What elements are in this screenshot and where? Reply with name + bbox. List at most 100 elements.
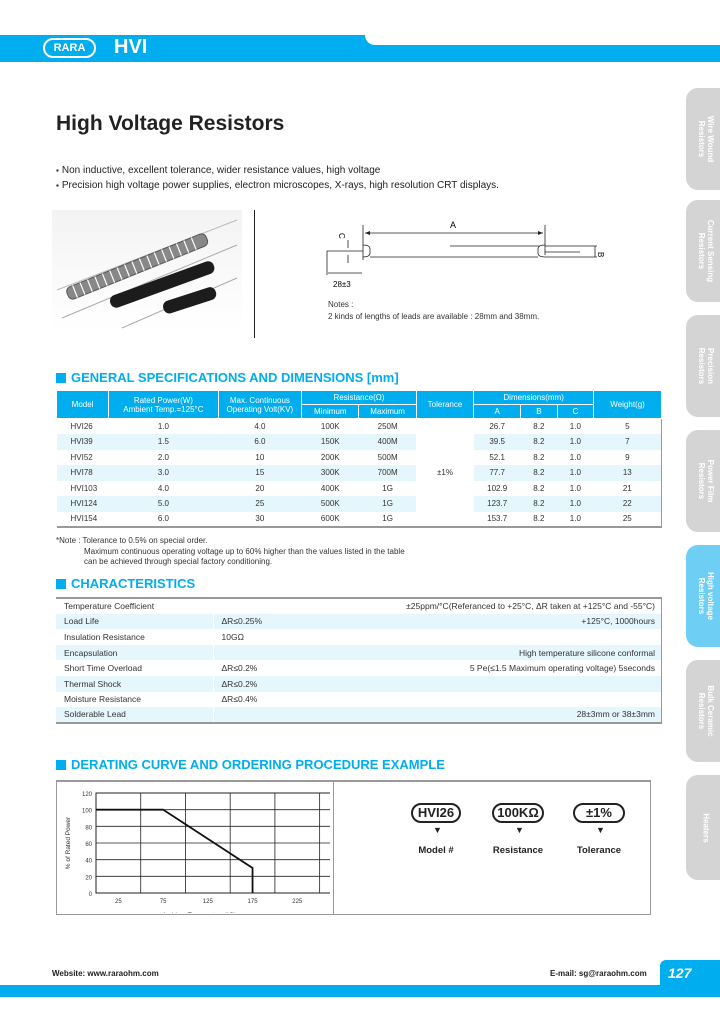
section-title-specs: GENERAL SPECIFICATIONS AND DIMENSIONS [m… — [56, 370, 399, 385]
cell-b: 8.2 — [520, 496, 558, 512]
arrow-down-icon: ▼ — [433, 825, 442, 835]
notes-title: Notes : — [328, 300, 354, 309]
characteristic-label: Thermal Shock — [56, 675, 214, 692]
cell-weight: 21 — [622, 483, 632, 493]
characteristic-value: ΔR≤0.25% — [213, 613, 363, 630]
spec-note-2: Maximum continuous operating voltage up … — [84, 547, 405, 556]
cell-volt: 6.0 — [218, 434, 302, 450]
dim-b-label: B — [596, 252, 605, 257]
characteristic-condition: +125°C, 1000hours — [363, 613, 662, 630]
characteristic-label: Short Time Overload — [56, 660, 214, 676]
characteristic-condition — [363, 692, 662, 708]
col-dimensions: Dimensions(mm) — [473, 390, 595, 405]
cell-power: 3.0 — [108, 465, 219, 481]
series-code: HVI — [114, 36, 148, 58]
cell-power: 5.0 — [108, 496, 219, 512]
order-label-resistance: Resistance — [492, 845, 544, 856]
side-tab[interactable]: Heaters — [686, 775, 720, 880]
footer-email[interactable]: E-mail: sg@raraohm.com — [550, 969, 647, 978]
characteristic-label: Moisture Resistance — [56, 691, 214, 708]
header-notch — [365, 35, 720, 45]
spec-note-1: *Note : Tolerance to 0.5% on special ord… — [56, 536, 208, 545]
notes-text: 2 kinds of lengths of leads are availabl… — [328, 312, 540, 321]
col-model: Model — [55, 390, 110, 419]
y-tick-label: 20 — [85, 875, 92, 881]
feature-bullet: Non inductive, excellent tolerance, wide… — [56, 165, 381, 176]
spec-row: HVI78 3.0 15 300K 700M 77.7 8.2 1.0 13 — [56, 465, 662, 481]
spec-row: HVI52 2.0 10 200K 500M 52.1 8.2 1.0 9 — [57, 450, 662, 466]
cell-a: 52.1 — [489, 452, 505, 462]
y-tick-label: 60 — [85, 842, 92, 848]
side-tab[interactable]: Power Film Resistors — [686, 430, 720, 532]
cell-b: 8.2 — [533, 514, 545, 524]
cell-min: 400K — [320, 483, 340, 493]
col-max-volt: Max. Continuous Operating Volt(KV) — [217, 390, 303, 419]
side-tab[interactable]: Wire Wound Resistors — [686, 88, 720, 190]
cell-volt: 25 — [218, 496, 302, 512]
cell-max: 500M — [377, 452, 398, 462]
cell-weight: 9 — [625, 452, 630, 462]
order-pill-model: HVI26 — [411, 803, 461, 823]
side-tab[interactable]: High voltage Resistors — [686, 545, 720, 647]
cell-min: 600K — [320, 514, 340, 524]
cell-model: HVI52 — [70, 452, 93, 462]
derating-divider — [333, 780, 334, 915]
characteristic-row: Temperature Coefficient ±25ppm/°C(Referan… — [56, 598, 662, 614]
section-title-characteristics: CHARACTERISTICS — [56, 576, 195, 591]
side-tab[interactable]: Current Sensing Resistors — [686, 200, 720, 302]
characteristic-value: ΔR≤0.2% — [213, 675, 363, 692]
characteristic-row: Short Time Overload ΔR≤0.2% 5 Pe(≤1.5 Maxi… — [56, 660, 662, 676]
spec-row: HVI154 6.0 30 600K 1G 153.7 8.2 1.0 25 — [57, 512, 662, 528]
side-tab[interactable]: Precision Resistors — [686, 315, 720, 417]
col-c: C — [556, 404, 595, 419]
cell-max: 1G — [358, 496, 417, 512]
cell-model: HVI78 — [56, 465, 109, 481]
side-tab[interactable]: Bulk Ceramic Resistors — [686, 660, 720, 762]
characteristic-label: Solderable Lead — [56, 707, 214, 723]
x-tick-label: 125 — [203, 899, 214, 905]
characteristic-label: Insulation Resistance — [56, 629, 214, 645]
cell-min: 300K — [301, 465, 359, 481]
dim-c-label: C — [337, 233, 346, 239]
cell-power: 4.0 — [157, 483, 169, 493]
characteristic-condition — [363, 675, 662, 692]
characteristic-value: 10GΩ — [221, 631, 244, 642]
y-tick-label: 0 — [89, 892, 93, 898]
spec-row: HVI39 1.5 6.0 150K 400M 39.5 8.2 1.0 7 — [56, 434, 662, 450]
cell-volt: 30 — [255, 514, 265, 524]
cell-model: HVI103 — [70, 483, 98, 493]
cell-a: 153.7 — [487, 514, 508, 524]
spec-note-3: can be achieved through special factory … — [84, 557, 273, 566]
cell-volt: 10 — [255, 452, 265, 462]
side-tab-label: Precision Resistors — [697, 347, 715, 385]
order-label-model: Model # — [418, 845, 454, 856]
cell-max: 1G — [382, 514, 393, 524]
cell-power: 1.0 — [157, 422, 169, 431]
characteristic-condition: High temperature silicone conformal — [363, 644, 662, 661]
cell-model: HVI26 — [70, 422, 93, 431]
characteristic-row: Solderable Lead 28±3mm or 38±3mm — [56, 707, 662, 723]
cell-a: 102.9 — [487, 483, 508, 493]
dim-a-label: A — [450, 220, 456, 230]
col-tolerance: Tolerance — [415, 390, 475, 419]
application-bullet: Precision high voltage power supplies, e… — [56, 180, 499, 191]
cell-model: HVI39 — [56, 434, 109, 450]
characteristic-label: Load Life — [56, 613, 214, 630]
cell-power: 6.0 — [157, 514, 169, 524]
cell-model: HVI124 — [56, 496, 109, 512]
characteristic-row: Thermal Shock ΔR≤0.2% — [56, 675, 662, 692]
characteristic-row: Load Life ΔR≤0.25% +125°C, 1000hours — [56, 613, 662, 630]
cell-c: 1.0 — [569, 514, 581, 524]
col-weight: Weight(g) — [593, 390, 662, 419]
cell-max: 1G — [382, 483, 393, 493]
cell-tolerance: ±1% — [416, 418, 474, 527]
cell-a: 39.5 — [473, 434, 521, 450]
x-tick-label: 225 — [292, 899, 303, 905]
characteristic-condition — [363, 629, 662, 645]
cell-a: 26.7 — [489, 422, 505, 431]
cell-c: 1.0 — [557, 434, 594, 450]
section-title-derating: DERATING CURVE AND ORDERING PROCEDURE EX… — [56, 757, 445, 772]
footer-website[interactable]: Website: www.raraohm.com — [52, 969, 159, 978]
y-tick-label: 100 — [82, 809, 93, 815]
cell-a: 77.7 — [473, 465, 521, 481]
